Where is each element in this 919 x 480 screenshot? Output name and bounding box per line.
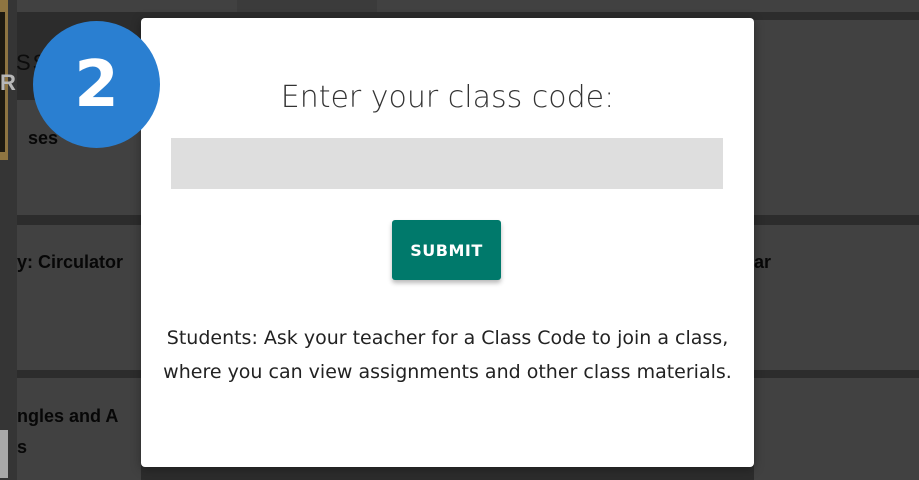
step-number-badge: 2 <box>33 21 160 148</box>
class-code-input[interactable] <box>171 138 723 189</box>
help-text: Students: Ask your teacher for a Class C… <box>163 327 732 383</box>
class-code-modal: Enter your class code: SUBMIT Students: … <box>141 18 754 467</box>
submit-button[interactable]: SUBMIT <box>392 220 501 280</box>
modal-title: Enter your class code: <box>280 80 615 115</box>
